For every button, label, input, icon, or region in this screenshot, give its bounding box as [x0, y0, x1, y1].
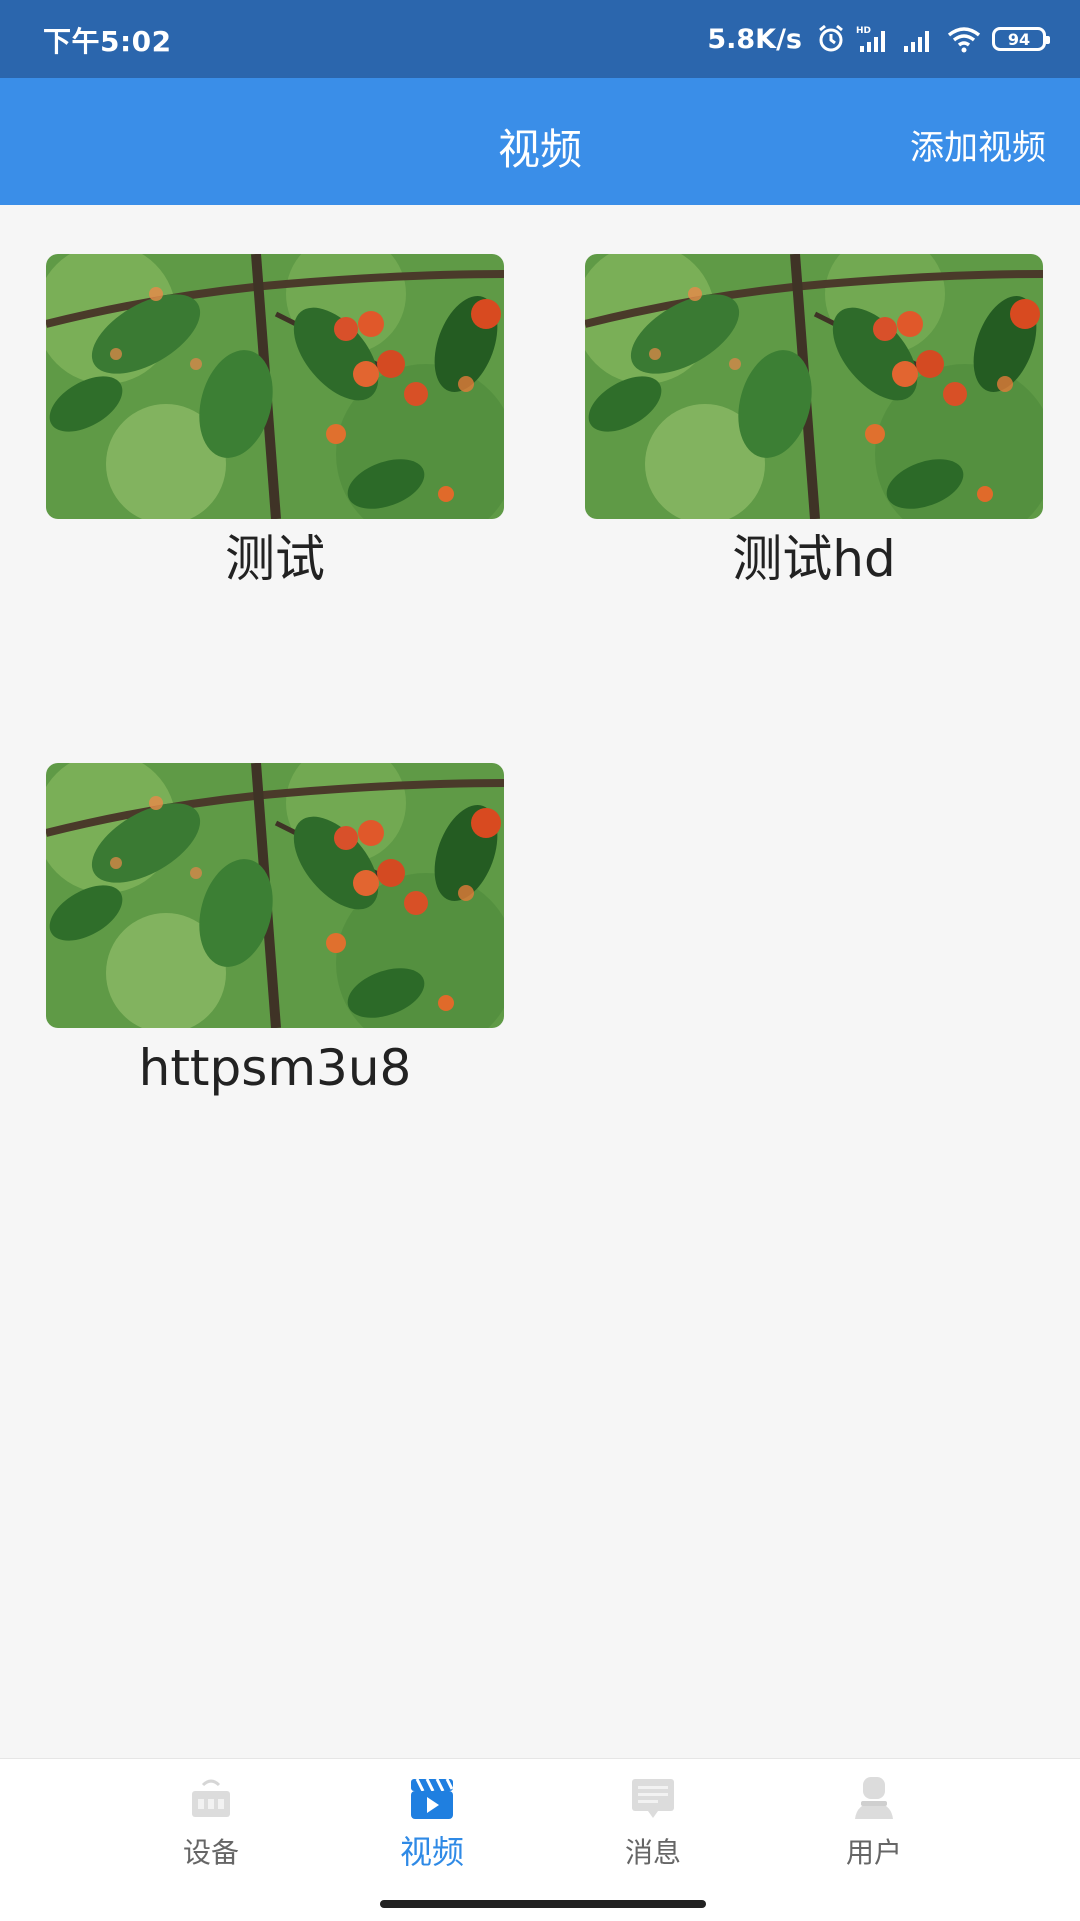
battery-indicator: 94: [992, 27, 1050, 51]
hd-signal-icon: HD: [856, 26, 885, 52]
bottom-nav: 设备 视频 消息 用户: [0, 1758, 1080, 1921]
nav-label: 视频: [399, 1833, 464, 1871]
video-card[interactable]: 测试: [46, 254, 504, 589]
nav-item-message[interactable]: 消息: [593, 1775, 713, 1871]
nav-item-device[interactable]: 设备: [151, 1775, 271, 1871]
status-icons: 5.8K/s HD 94: [707, 18, 1050, 60]
svg-text:HD: HD: [856, 26, 871, 36]
video-title: 测试hd: [732, 530, 896, 588]
nav-label: 设备: [182, 1836, 239, 1869]
status-time: 下午5:02: [43, 25, 172, 58]
add-video-button[interactable]: 添加视频: [910, 120, 1046, 169]
wifi-icon: [947, 27, 981, 53]
signal-icon: [904, 31, 929, 52]
app-bar: 视频 添加视频: [0, 78, 1080, 205]
nav-label: 用户: [845, 1836, 902, 1869]
video-card[interactable]: 测试hd: [585, 254, 1043, 589]
video-thumbnail[interactable]: [46, 763, 504, 1028]
device-icon: [192, 1779, 230, 1817]
video-card[interactable]: httpsm3u8: [46, 763, 504, 1098]
alarm-icon: [819, 24, 843, 52]
battery-level: 94: [1007, 29, 1031, 49]
video-title: httpsm3u8: [138, 1039, 412, 1097]
home-indicator[interactable]: [380, 1900, 706, 1908]
network-speed: 5.8K/s: [707, 23, 802, 55]
video-thumbnail[interactable]: [585, 254, 1043, 519]
status-bar: 下午5:02 5.8K/s HD 94: [0, 0, 1080, 78]
video-title: 测试: [225, 530, 325, 588]
nav-item-video[interactable]: 视频: [372, 1775, 492, 1873]
nav-label: 消息: [624, 1836, 681, 1869]
video-icon: [411, 1778, 454, 1819]
message-icon: [632, 1779, 674, 1818]
user-icon: [855, 1777, 893, 1819]
video-thumbnail[interactable]: [46, 254, 504, 519]
nav-item-user[interactable]: 用户: [814, 1775, 934, 1871]
